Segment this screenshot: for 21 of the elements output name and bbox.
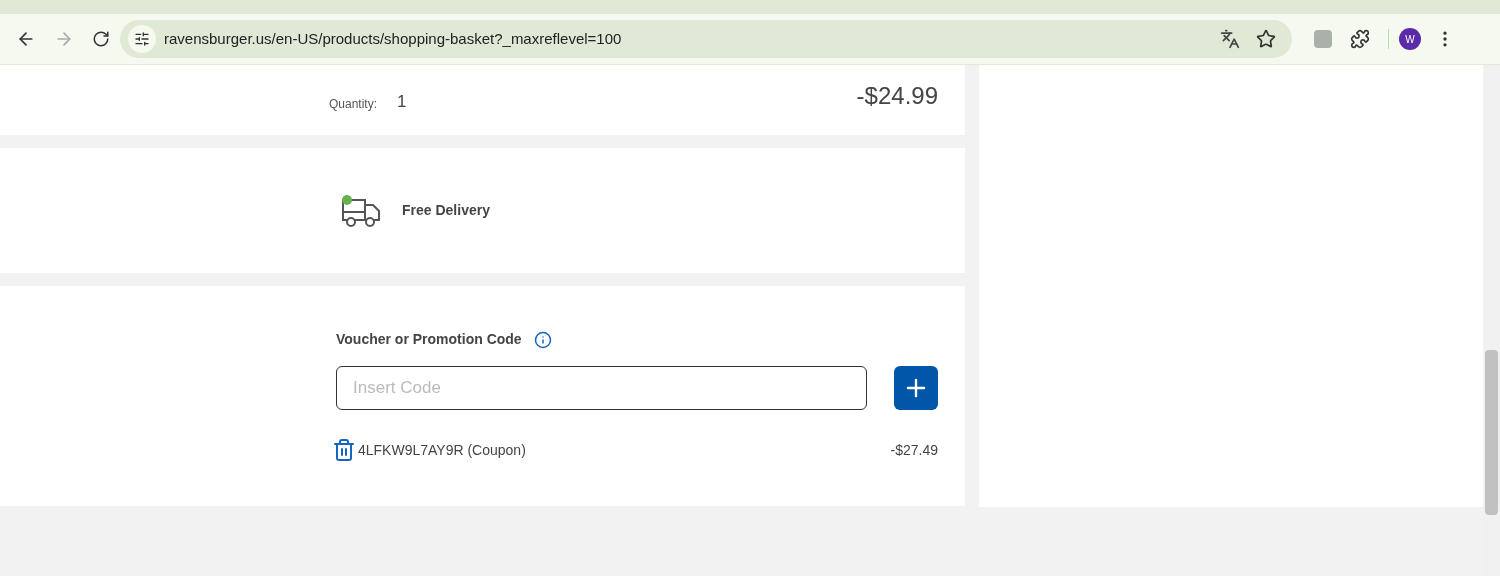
extensions-icon[interactable]	[1350, 29, 1370, 49]
bookmark-star-icon[interactable]	[1256, 29, 1276, 49]
coupon-amount: -$27.49	[890, 440, 938, 460]
item-price: -$24.99	[856, 81, 938, 111]
code-input-field[interactable]: Insert Code	[336, 366, 868, 410]
quantity-value: 1	[397, 91, 407, 114]
add-code-button[interactable]	[894, 366, 938, 410]
info-icon[interactable]	[533, 330, 552, 349]
scrollbar-thumb[interactable]	[1485, 350, 1498, 515]
truck-icon	[340, 193, 382, 228]
voucher-title: Voucher or Promotion Code	[336, 330, 522, 349]
trash-icon[interactable]	[332, 438, 356, 462]
site-settings-icon[interactable]	[128, 25, 156, 53]
quantity-label: Quantity:	[329, 96, 378, 113]
coupon-code: 4LFKW9L7AY9R (Coupon)	[358, 440, 526, 460]
delivery-label: Free Delivery	[402, 201, 490, 220]
url-text: ravensburger.us/en-US/products/shopping-basket?_maxreflevel=100	[164, 28, 623, 49]
address-bar[interactable]: ravensburger.us/en-US/products/shopping-basket?_maxreflevel=100	[120, 20, 1292, 58]
translate-icon[interactable]	[1220, 29, 1240, 49]
reload-icon[interactable]	[92, 30, 110, 48]
profile-avatar[interactable]: W	[1399, 28, 1421, 50]
